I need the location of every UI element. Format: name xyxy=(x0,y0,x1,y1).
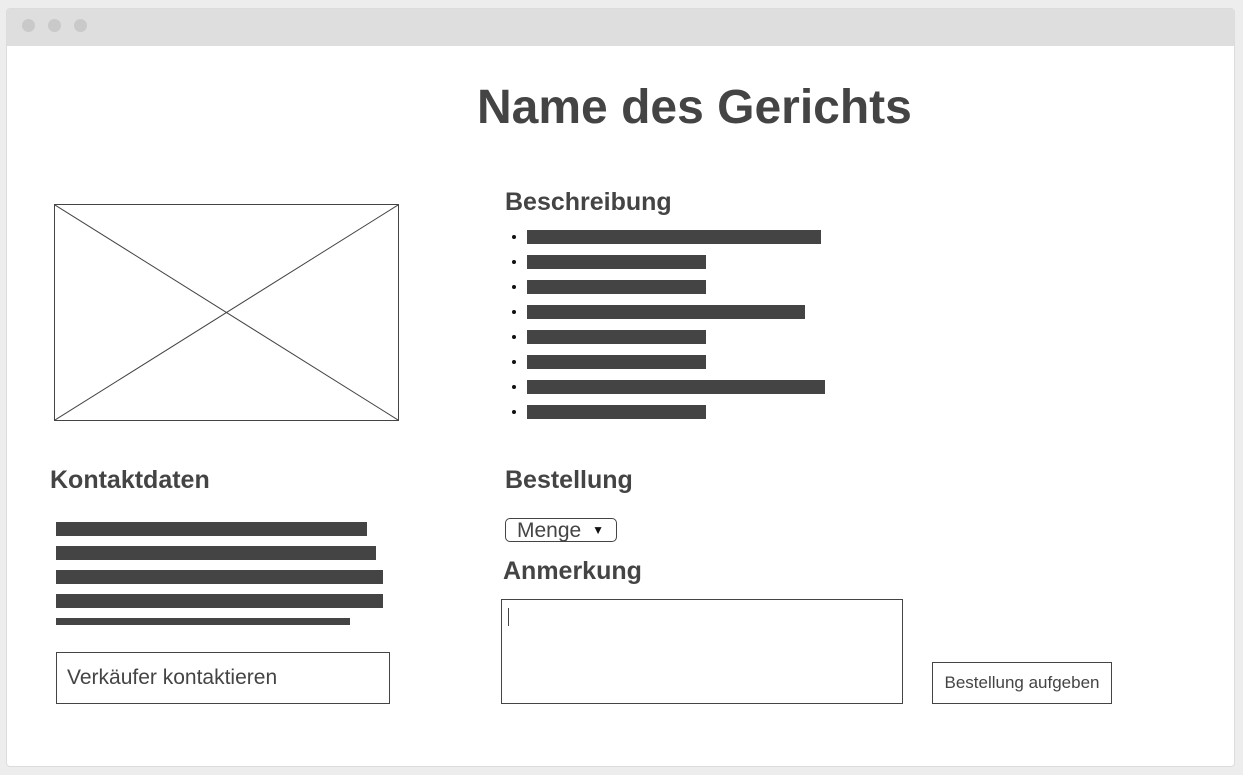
bullet-icon xyxy=(512,410,516,414)
window-maximize-dot[interactable] xyxy=(74,19,87,32)
page-title: Name des Gerichts xyxy=(477,81,912,134)
text-placeholder-bar xyxy=(56,618,350,625)
description-heading: Beschreibung xyxy=(505,188,672,216)
text-placeholder-bar xyxy=(56,522,367,536)
contact-heading: Kontaktdaten xyxy=(50,466,210,494)
quantity-select-value: Menge xyxy=(517,519,582,542)
bullet-icon xyxy=(512,335,516,339)
text-placeholder-bar xyxy=(527,380,825,394)
chevron-down-icon: ▼ xyxy=(592,523,604,537)
text-placeholder-bar xyxy=(527,355,706,369)
text-placeholder-bar xyxy=(527,230,821,244)
bullet-icon xyxy=(512,235,516,239)
bullet-icon xyxy=(512,260,516,264)
order-heading: Bestellung xyxy=(505,466,633,494)
note-heading: Anmerkung xyxy=(503,557,642,585)
note-textarea[interactable] xyxy=(501,599,903,704)
place-order-button[interactable]: Bestellung aufgeben xyxy=(932,662,1112,704)
text-placeholder-bar xyxy=(527,280,706,294)
contact-seller-button[interactable]: Verkäufer kontaktieren xyxy=(56,652,390,704)
quantity-select[interactable]: Menge ▼ xyxy=(505,518,617,542)
window-minimize-dot[interactable] xyxy=(48,19,61,32)
bullet-icon xyxy=(512,385,516,389)
text-placeholder-bar xyxy=(56,594,383,608)
text-placeholder-bar xyxy=(527,305,805,319)
dish-image-placeholder xyxy=(54,204,399,421)
text-placeholder-bar xyxy=(527,330,706,344)
window-close-dot[interactable] xyxy=(22,19,35,32)
window-titlebar xyxy=(7,9,1234,46)
image-placeholder-icon xyxy=(55,205,398,420)
bullet-icon xyxy=(512,285,516,289)
text-placeholder-bar xyxy=(527,255,706,269)
bullet-icon xyxy=(512,360,516,364)
text-placeholder-bar xyxy=(527,405,706,419)
text-placeholder-bar xyxy=(56,570,383,584)
text-placeholder-bar xyxy=(56,546,376,560)
text-cursor xyxy=(508,608,509,626)
bullet-icon xyxy=(512,310,516,314)
